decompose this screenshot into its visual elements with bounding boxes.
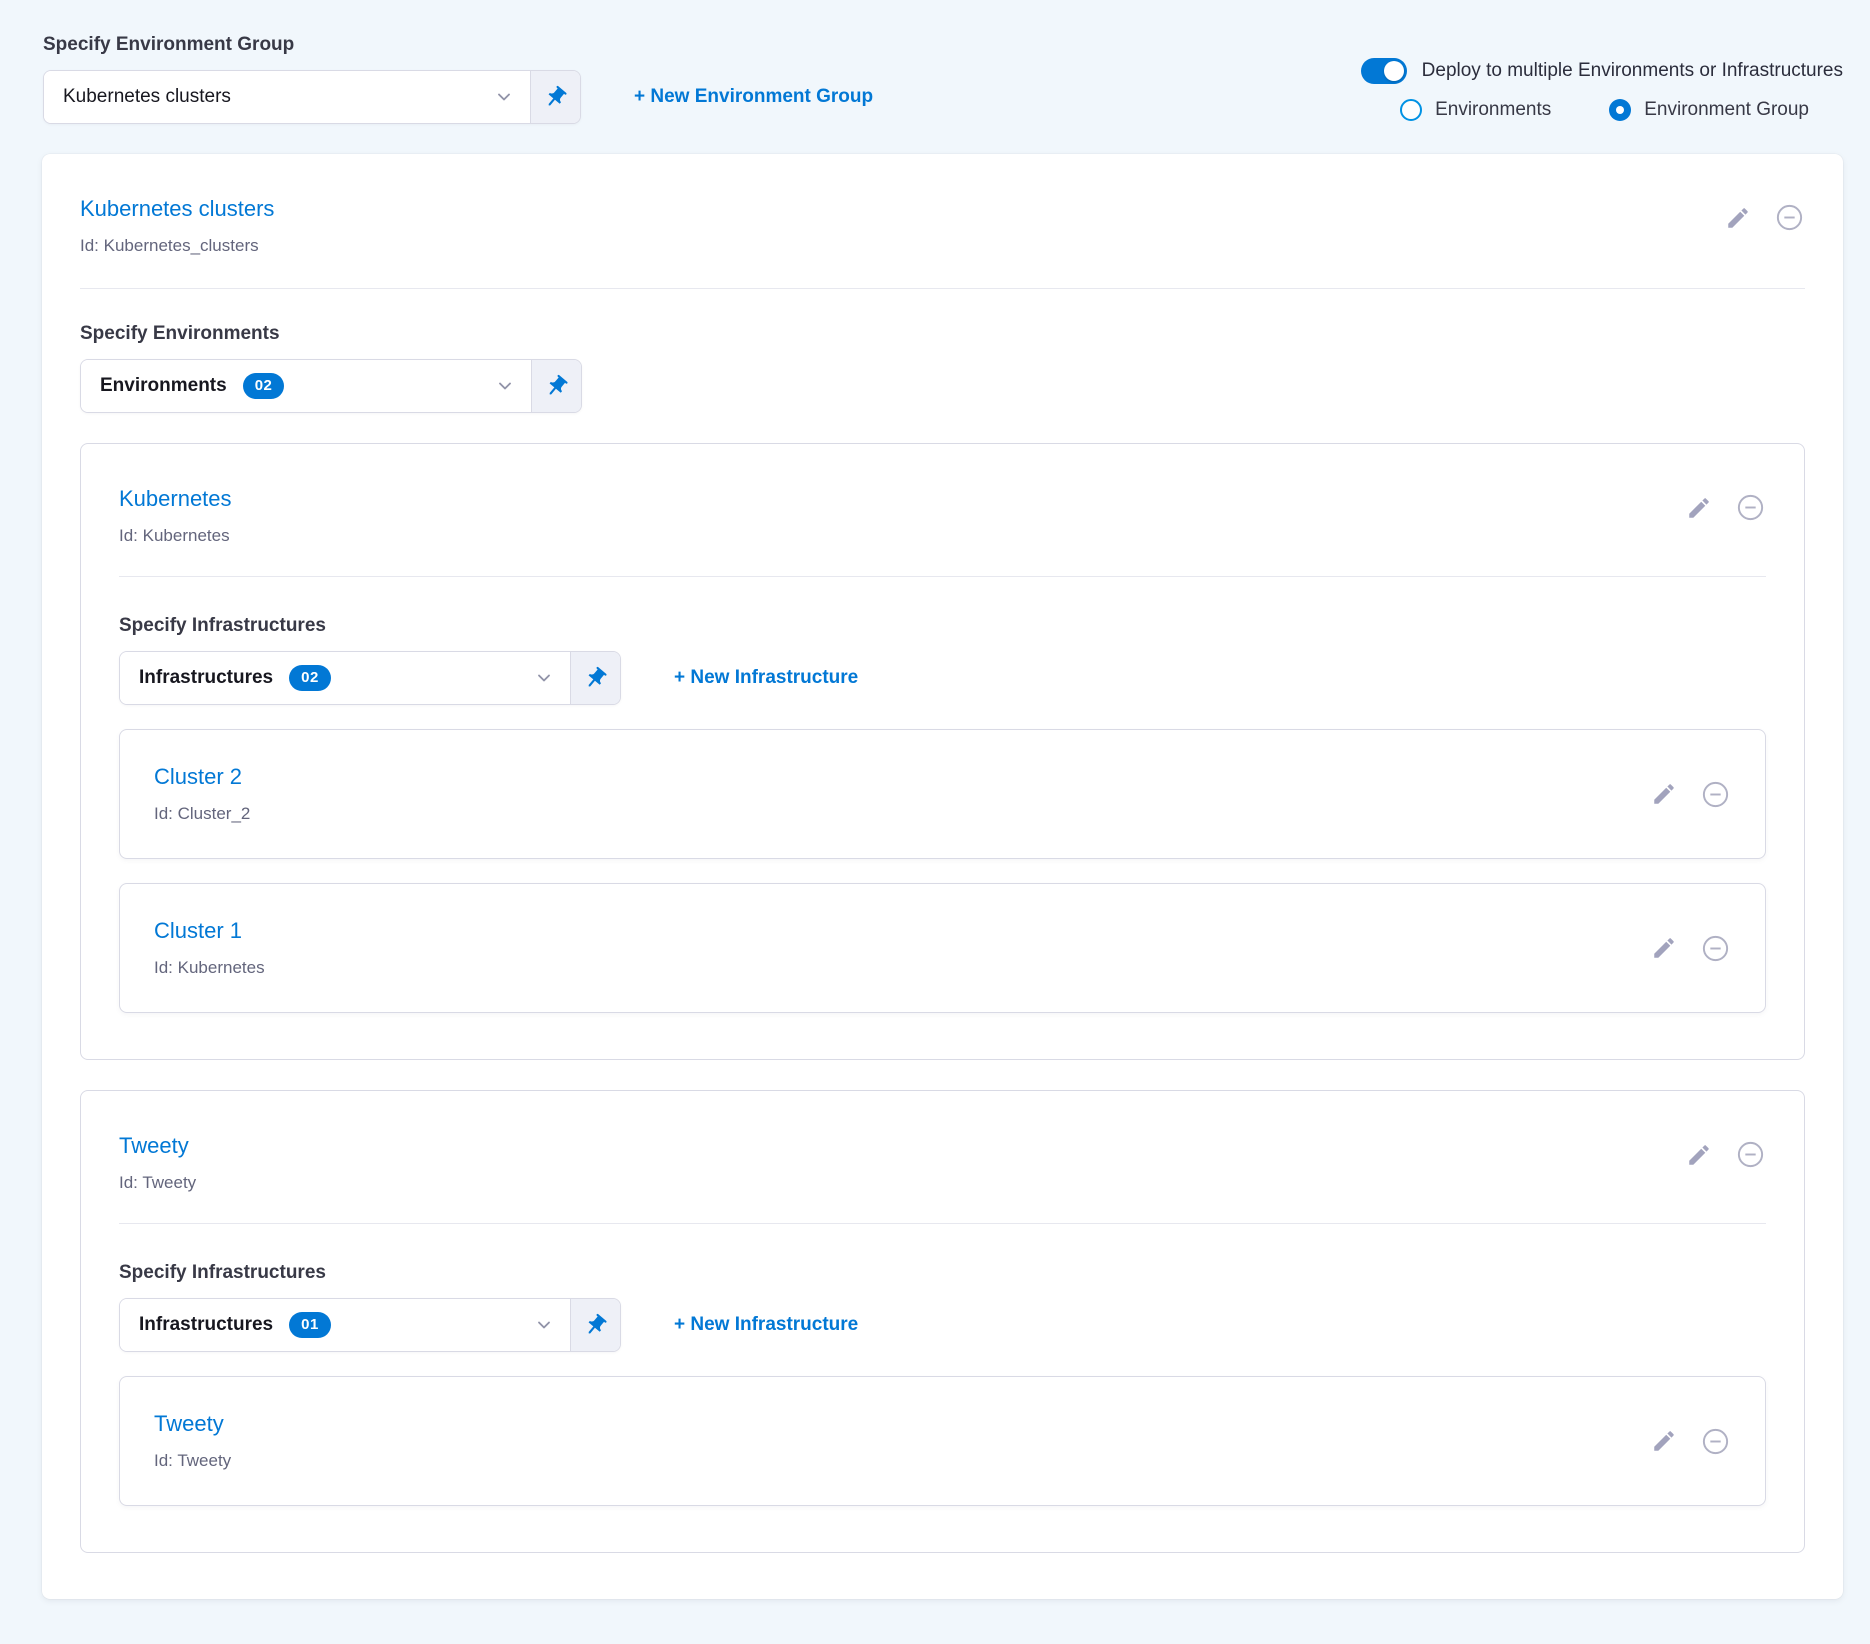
- environment-card-kubernetes: Kubernetes Id: Kubernetes Specify Infras…: [80, 443, 1805, 1060]
- environment-card-tweety: Tweety Id: Tweety Specify Infrastructure…: [80, 1090, 1805, 1553]
- environment-title-link[interactable]: Tweety: [119, 1133, 196, 1159]
- radio-environment-group-label: Environment Group: [1644, 99, 1809, 121]
- edit-pencil-icon: [1651, 781, 1677, 807]
- remove-infrastructure-button[interactable]: [1700, 779, 1731, 810]
- environment-group-title-link[interactable]: Kubernetes clusters: [80, 196, 274, 222]
- edit-environment-button[interactable]: [1686, 1142, 1712, 1168]
- env-group-dropdown-trigger[interactable]: Kubernetes clusters: [44, 71, 530, 123]
- pushpin-icon: [538, 79, 573, 114]
- specify-infrastructures-label: Specify Infrastructures: [119, 1262, 1766, 1284]
- new-environment-group-link[interactable]: + New Environment Group: [634, 86, 873, 108]
- new-infrastructure-link[interactable]: + New Infrastructure: [674, 667, 858, 689]
- env-group-dropdown[interactable]: Kubernetes clusters: [43, 70, 581, 124]
- deploy-multiple-toggle-label: Deploy to multiple Environments or Infra…: [1422, 60, 1843, 82]
- edit-infrastructure-button[interactable]: [1651, 1428, 1677, 1454]
- new-infrastructure-link[interactable]: + New Infrastructure: [674, 1314, 858, 1336]
- deploy-multiple-toggle[interactable]: [1361, 58, 1407, 84]
- edit-pencil-icon: [1651, 1428, 1677, 1454]
- specify-infrastructures-label: Specify Infrastructures: [119, 615, 1766, 637]
- environment-id: Id: Tweety: [119, 1173, 196, 1193]
- infrastructures-dropdown[interactable]: Infrastructures 01: [119, 1298, 621, 1352]
- env-group-select-block: Specify Environment Group Kubernetes clu…: [43, 34, 873, 124]
- environments-count-badge: 02: [243, 373, 285, 399]
- environments-dropdown-value: Environments: [100, 375, 227, 397]
- environment-group-card: Kubernetes clusters Id: Kubernetes_clust…: [42, 154, 1843, 1599]
- infrastructures-dropdown-trigger[interactable]: Infrastructures 02: [120, 652, 570, 704]
- remove-minus-circle-icon: [1700, 779, 1731, 810]
- chevron-down-icon: [495, 376, 515, 396]
- infrastructure-id: Id: Cluster_2: [154, 804, 250, 824]
- divider: [119, 1223, 1766, 1224]
- remove-minus-circle-icon: [1774, 202, 1805, 233]
- environment-id: Id: Kubernetes: [119, 526, 232, 546]
- specify-environments-label: Specify Environments: [80, 323, 1805, 345]
- infrastructure-title-link[interactable]: Cluster 2: [154, 764, 250, 790]
- pin-infrastructures-button[interactable]: [570, 1299, 620, 1351]
- pin-infrastructures-button[interactable]: [570, 652, 620, 704]
- remove-infrastructure-button[interactable]: [1700, 1426, 1731, 1457]
- infrastructure-id: Id: Tweety: [154, 1451, 231, 1471]
- environment-group-id: Id: Kubernetes_clusters: [80, 236, 274, 256]
- infrastructure-card-tweety: Tweety Id: Tweety: [119, 1376, 1766, 1506]
- radio-environment-group-circle[interactable]: [1609, 99, 1631, 121]
- environment-title-link[interactable]: Kubernetes: [119, 486, 232, 512]
- infrastructures-dropdown[interactable]: Infrastructures 02: [119, 651, 621, 705]
- infrastructures-dropdown-value: Infrastructures: [139, 1314, 273, 1336]
- remove-environment-button[interactable]: [1735, 492, 1766, 523]
- deploy-options-block: Deploy to multiple Environments or Infra…: [1361, 58, 1843, 121]
- remove-minus-circle-icon: [1735, 1139, 1766, 1170]
- edit-infrastructure-button[interactable]: [1651, 935, 1677, 961]
- pushpin-icon: [578, 1307, 613, 1342]
- infrastructure-id: Id: Kubernetes: [154, 958, 265, 978]
- pin-env-group-button[interactable]: [530, 71, 580, 123]
- chevron-down-icon: [534, 668, 554, 688]
- edit-infrastructure-button[interactable]: [1651, 781, 1677, 807]
- infrastructure-card-cluster-1: Cluster 1 Id: Kubernetes: [119, 883, 1766, 1013]
- remove-infrastructure-button[interactable]: [1700, 933, 1731, 964]
- divider: [119, 576, 1766, 577]
- infrastructure-title-link[interactable]: Cluster 1: [154, 918, 265, 944]
- env-group-label: Specify Environment Group: [43, 34, 873, 56]
- divider: [80, 288, 1805, 289]
- radio-environments-circle[interactable]: [1400, 99, 1422, 121]
- infrastructures-count-badge: 01: [289, 1312, 331, 1338]
- edit-pencil-icon: [1686, 1142, 1712, 1168]
- infrastructures-dropdown-value: Infrastructures: [139, 667, 273, 689]
- radio-environment-group[interactable]: Environment Group: [1609, 99, 1809, 121]
- pin-environments-button[interactable]: [531, 360, 581, 412]
- top-bar: Specify Environment Group Kubernetes clu…: [0, 0, 1870, 124]
- env-group-dropdown-value: Kubernetes clusters: [63, 86, 231, 108]
- remove-minus-circle-icon: [1700, 933, 1731, 964]
- radio-environments[interactable]: Environments: [1400, 99, 1551, 121]
- remove-environment-group-button[interactable]: [1774, 202, 1805, 233]
- environments-dropdown[interactable]: Environments 02: [80, 359, 582, 413]
- infrastructure-card-cluster-2: Cluster 2 Id: Cluster_2: [119, 729, 1766, 859]
- environments-dropdown-trigger[interactable]: Environments 02: [81, 360, 531, 412]
- edit-pencil-icon: [1725, 205, 1751, 231]
- infrastructures-count-badge: 02: [289, 665, 331, 691]
- radio-environments-label: Environments: [1435, 99, 1551, 121]
- toggle-knob: [1384, 61, 1404, 81]
- pushpin-icon: [539, 368, 574, 403]
- remove-minus-circle-icon: [1700, 1426, 1731, 1457]
- chevron-down-icon: [494, 87, 514, 107]
- chevron-down-icon: [534, 1315, 554, 1335]
- remove-minus-circle-icon: [1735, 492, 1766, 523]
- edit-environment-group-button[interactable]: [1725, 205, 1751, 231]
- edit-pencil-icon: [1651, 935, 1677, 961]
- pushpin-icon: [578, 660, 613, 695]
- edit-environment-button[interactable]: [1686, 495, 1712, 521]
- infrastructure-title-link[interactable]: Tweety: [154, 1411, 231, 1437]
- remove-environment-button[interactable]: [1735, 1139, 1766, 1170]
- infrastructures-dropdown-trigger[interactable]: Infrastructures 01: [120, 1299, 570, 1351]
- edit-pencil-icon: [1686, 495, 1712, 521]
